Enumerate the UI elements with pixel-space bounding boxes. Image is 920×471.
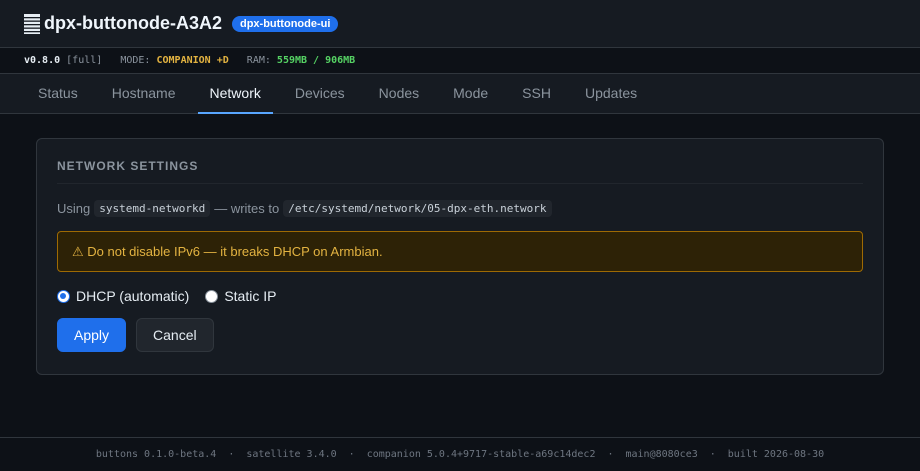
tab-status[interactable]: Status bbox=[26, 74, 90, 114]
tab-updates[interactable]: Updates bbox=[573, 74, 649, 114]
tab-mode[interactable]: Mode bbox=[441, 74, 500, 114]
tab-network[interactable]: Network bbox=[197, 74, 273, 114]
mode-label: MODE: bbox=[120, 55, 151, 66]
footer-separator: · bbox=[348, 449, 355, 460]
network-settings-card: NETWORK SETTINGS Using systemd-networkd … bbox=[36, 138, 884, 375]
static-ip-radio[interactable] bbox=[205, 289, 219, 303]
ram-value: 559MB / 906MB bbox=[276, 55, 356, 66]
status-bar: v0.8.0 [full] MODE: COMPANION +D RAM: 55… bbox=[0, 48, 920, 74]
app-header: dpx-buttonode-A3A2 dpx-buttonode-ui bbox=[0, 0, 920, 48]
writes-to-text: — writes to bbox=[214, 201, 280, 216]
cancel-button[interactable]: Cancel bbox=[136, 318, 214, 352]
network-info: Using systemd-networkd — writes to /etc/… bbox=[57, 200, 863, 217]
tab-ssh[interactable]: SSH bbox=[510, 74, 563, 114]
mode-radio-group: DHCP (automatic) Static IP bbox=[57, 288, 863, 304]
footer-branch: main@8080ce3 bbox=[625, 449, 698, 460]
ipv6-warning: ⚠ Do not disable IPv6 — it breaks DHCP o… bbox=[57, 231, 863, 272]
dhcp-label: DHCP (automatic) bbox=[76, 288, 190, 304]
tab-devices[interactable]: Devices bbox=[283, 74, 357, 114]
card-title: NETWORK SETTINGS bbox=[57, 159, 863, 184]
app-badge: dpx-buttonode-ui bbox=[231, 15, 339, 32]
footer-build-date: built 2026-08-30 bbox=[727, 449, 825, 460]
variant-text: [full] bbox=[66, 55, 103, 66]
using-text: Using bbox=[57, 201, 91, 216]
server-icon bbox=[24, 13, 40, 34]
ram-label: RAM: bbox=[246, 55, 271, 66]
dhcp-radio[interactable] bbox=[57, 289, 70, 303]
static-ip-label: Static IP bbox=[224, 288, 277, 304]
apply-button[interactable]: Apply bbox=[57, 318, 127, 352]
mode-value: COMPANION +D bbox=[156, 55, 229, 66]
service-name: systemd-networkd bbox=[94, 200, 211, 217]
footer-separator: · bbox=[228, 449, 235, 460]
static-ip-option[interactable]: Static IP bbox=[205, 288, 276, 304]
footer-buttons-version: buttons 0.1.0-beta.4 bbox=[95, 449, 217, 460]
action-buttons: Apply Cancel bbox=[57, 318, 863, 352]
tab-hostname[interactable]: Hostname bbox=[100, 74, 188, 114]
footer-separator: · bbox=[709, 449, 716, 460]
footer-companion-version: companion 5.0.4+9717-stable-a69c14dec2 bbox=[366, 449, 596, 460]
footer-separator: · bbox=[607, 449, 614, 460]
dhcp-option[interactable]: DHCP (automatic) bbox=[57, 288, 189, 304]
tab-bar: Status Hostname Network Devices Nodes Mo… bbox=[0, 74, 920, 114]
tab-nodes[interactable]: Nodes bbox=[367, 74, 431, 114]
footer: buttons 0.1.0-beta.4 · satellite 3.4.0 ·… bbox=[0, 437, 920, 471]
footer-satellite-version: satellite 3.4.0 bbox=[246, 449, 337, 460]
version-text: v0.8.0 bbox=[24, 55, 61, 66]
app-title: dpx-buttonode-A3A2 bbox=[44, 13, 222, 33]
config-path: /etc/systemd/network/05-dpx-eth.network bbox=[283, 200, 552, 217]
